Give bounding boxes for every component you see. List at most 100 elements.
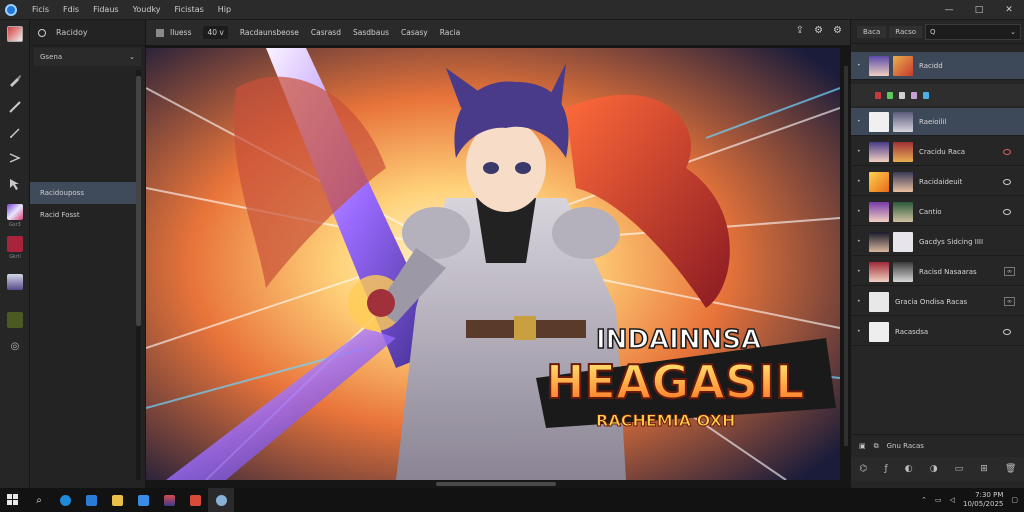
folder-icon[interactable]: ▣ — [859, 442, 866, 450]
effect-icon[interactable] — [923, 91, 929, 99]
effect-icon[interactable] — [875, 91, 881, 99]
layer-row[interactable]: • Cracidu Raca — [851, 138, 1024, 166]
radio-icon[interactable] — [38, 28, 46, 37]
menu-item-help[interactable]: Hip — [211, 5, 238, 14]
menu-item-edit[interactable]: Fdis — [56, 5, 86, 14]
visibility-icon[interactable]: • — [857, 328, 865, 335]
app-icon[interactable] — [182, 488, 208, 512]
visibility-icon[interactable]: • — [857, 268, 865, 275]
effect-icon[interactable] — [899, 91, 905, 99]
effect-icon[interactable] — [911, 91, 917, 99]
gear-icon[interactable]: ⚙ — [833, 25, 842, 36]
size-field[interactable]: 40 v — [203, 26, 228, 39]
foreground-color-swatch[interactable] — [7, 26, 23, 42]
adjustment-icon[interactable]: ◑ — [930, 464, 938, 474]
texture-swatch[interactable] — [7, 312, 23, 328]
store-icon[interactable] — [78, 488, 104, 512]
effect-icon[interactable] — [887, 91, 893, 99]
layer-badge-icon[interactable] — [1003, 148, 1011, 155]
minimize-button[interactable]: — — [934, 0, 964, 20]
menu-item-image[interactable]: Fidaus — [86, 5, 125, 14]
layer-badge-icon[interactable] — [1003, 178, 1011, 185]
option-smoothing[interactable]: Casasy — [401, 28, 428, 37]
chevron-up-icon[interactable]: ⌃ — [921, 496, 927, 504]
tab-channels[interactable]: Racso — [889, 25, 923, 38]
search-icon[interactable]: ⌕ — [26, 488, 52, 512]
layer-row[interactable]: • Raeioilil — [851, 108, 1024, 136]
windows-start-icon[interactable] — [0, 488, 26, 512]
settings-icon[interactable]: ⚙ — [814, 25, 823, 36]
app-logo-icon[interactable] — [5, 3, 17, 16]
scrollbar-thumb[interactable] — [136, 76, 141, 326]
preset-item[interactable]: Racid Fosst — [30, 204, 136, 226]
select-icon[interactable] — [4, 174, 26, 194]
active-app-icon[interactable] — [208, 488, 234, 512]
app-icon[interactable] — [130, 488, 156, 512]
visibility-icon[interactable]: • — [857, 62, 865, 69]
notification-icon[interactable]: ▢ — [1011, 496, 1018, 504]
brush-preset-swatch[interactable] — [7, 236, 23, 252]
layer-row[interactable]: • Gacdys Sidcing IIII — [851, 228, 1024, 256]
clock[interactable]: 7:30 PM 10/05/2025 — [963, 491, 1003, 509]
layer-row[interactable]: • Gracia Ondisa Racas ∞ — [851, 288, 1024, 316]
option-opacity[interactable]: Casrasd — [311, 28, 341, 37]
network-icon[interactable]: ▭ — [935, 496, 942, 504]
visibility-icon[interactable]: • — [857, 178, 865, 185]
character-swatch[interactable] — [7, 274, 23, 290]
option-airbrush[interactable]: Racia — [440, 28, 460, 37]
layer-badge-icon[interactable] — [1003, 208, 1011, 215]
folder-icon[interactable] — [104, 488, 130, 512]
lasso-icon[interactable] — [4, 148, 26, 168]
artwork-image: INDAINNSA HEAGASIL RACHEMIA OXH — [146, 48, 840, 480]
layer-row[interactable]: • Racidaideuit — [851, 168, 1024, 196]
mask-icon[interactable]: ◐ — [905, 464, 913, 474]
menu-item-layer[interactable]: Youdky — [126, 5, 168, 14]
layer-row[interactable]: • Racisd Nasaaras ∞ — [851, 258, 1024, 286]
share-icon[interactable]: ⇪ — [796, 25, 804, 36]
visibility-icon[interactable]: • — [857, 208, 865, 215]
preset-item[interactable]: Racidouposs — [30, 182, 136, 204]
canvas-area[interactable]: INDAINNSA HEAGASIL RACHEMIA OXH — [146, 46, 850, 488]
link-icon[interactable]: ⧉ — [874, 442, 879, 451]
layers-search-input[interactable]: Q ⌄ — [925, 24, 1021, 40]
side-panel-scrollbar[interactable] — [136, 70, 141, 480]
group-icon[interactable]: ▭ — [955, 464, 964, 474]
close-button[interactable]: ✕ — [994, 0, 1024, 20]
layer-link-icon[interactable]: ∞ — [1004, 297, 1015, 306]
option-flow[interactable]: Sasdbaus — [353, 28, 389, 37]
layer-badge-icon[interactable] — [1003, 328, 1011, 335]
option-mode[interactable]: Iluess — [170, 28, 191, 37]
option-blend[interactable]: Racdaunsbeose — [240, 28, 299, 37]
trash-icon[interactable]: 🗑 — [1005, 464, 1016, 474]
brush-icon[interactable] — [4, 70, 26, 90]
canvas-horizontal-scrollbar[interactable] — [436, 482, 556, 486]
preset-list: Racidouposs Racid Fosst — [30, 182, 136, 226]
tab-layers[interactable]: Baca — [857, 25, 887, 38]
menu-item-window[interactable]: Ficistas — [168, 5, 211, 14]
pen-icon[interactable] — [4, 96, 26, 116]
tool-options-bar: Iluess 40 v Racdaunsbeose Casrasd Sasdba… — [146, 20, 850, 46]
layer-row[interactable]: • Racidd — [851, 52, 1024, 80]
visibility-icon[interactable]: • — [857, 298, 865, 305]
app-icon[interactable] — [156, 488, 182, 512]
layer-row[interactable]: • Racasdsa — [851, 318, 1024, 346]
visibility-icon[interactable]: • — [857, 148, 865, 155]
menu-item-file[interactable]: Ficis — [25, 5, 56, 14]
layer-row[interactable]: • Cantio — [851, 198, 1024, 226]
edge-icon[interactable] — [52, 488, 78, 512]
new-layer-icon[interactable]: ⊞ — [980, 464, 988, 474]
canvas-vertical-scrollbar[interactable] — [844, 66, 848, 446]
visibility-icon[interactable]: • — [857, 118, 865, 125]
logo-line3: RACHEMIA OXH — [596, 411, 735, 430]
camera-icon[interactable]: ◎ — [4, 336, 26, 356]
preset-dropdown[interactable]: Gsena ⌄ — [34, 48, 141, 66]
visibility-icon[interactable]: • — [857, 238, 865, 245]
link-layers-icon[interactable]: ⌬ — [860, 464, 868, 474]
layer-link-icon[interactable]: ∞ — [1004, 267, 1015, 276]
volume-icon[interactable]: ◁ — [950, 496, 955, 504]
logo-line2: HEAGASIL — [546, 355, 804, 409]
maximize-button[interactable]: □ — [964, 0, 994, 20]
gradient-swatch[interactable] — [7, 204, 23, 220]
pencil-icon[interactable] — [4, 122, 26, 142]
fx-icon[interactable]: ƒ — [885, 464, 888, 474]
